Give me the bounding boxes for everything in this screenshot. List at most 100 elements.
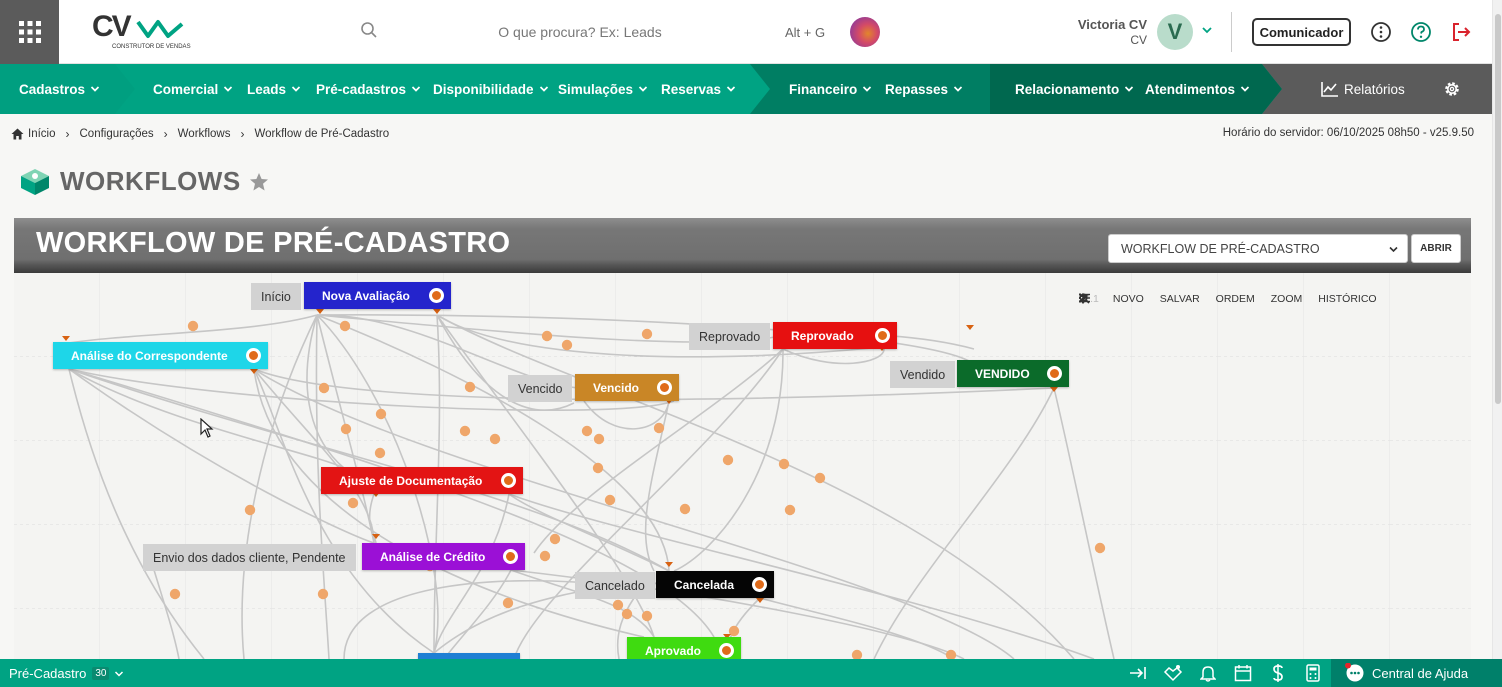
nav-reservas[interactable]: Reservas	[661, 64, 736, 114]
chevron-down-icon[interactable]	[1201, 24, 1213, 36]
module-selector[interactable]: Pré-Cadastro 30	[9, 666, 124, 681]
canvas-toolbar: v2.1 NOVO SALVAR ORDEM ZOOM HISTÓRICO	[1079, 293, 1393, 305]
star-icon[interactable]	[249, 172, 269, 192]
calendar-icon[interactable]	[1233, 663, 1253, 683]
chat-icon	[1345, 663, 1364, 682]
page-header: WORKFLOWS	[18, 166, 269, 197]
dollar-icon[interactable]	[1268, 663, 1288, 683]
node-connector[interactable]	[503, 549, 518, 564]
node-connector[interactable]	[501, 473, 516, 488]
avatar[interactable]: V	[1157, 14, 1193, 50]
nav-comercial[interactable]: Comercial	[153, 64, 233, 114]
breadcrumb-inicio[interactable]: Início	[28, 128, 56, 140]
chevron-down-icon	[1125, 86, 1134, 92]
module-count: 30	[92, 667, 110, 680]
node-reprovado[interactable]: Reprovado	[773, 322, 897, 349]
home-icon[interactable]	[11, 128, 24, 140]
node-tag-cancelado: Cancelado	[575, 572, 655, 599]
quick-actions	[1128, 663, 1338, 683]
vertical-scrollbar[interactable]	[1492, 0, 1502, 659]
chevron-right-icon: ›	[240, 127, 245, 141]
arrow-right-icon[interactable]	[1128, 663, 1148, 683]
calculator-icon[interactable]	[1303, 663, 1323, 683]
company-badge[interactable]	[850, 17, 880, 47]
nav-relatorios[interactable]: Relatórios	[1321, 64, 1405, 114]
bell-icon[interactable]	[1198, 663, 1218, 683]
node-connector[interactable]	[429, 288, 444, 303]
node-tag-vencido: Vencido	[508, 375, 573, 402]
workflow-canvas[interactable]: v2.1 NOVO SALVAR ORDEM ZOOM HISTÓRICO In…	[14, 273, 1471, 659]
workflow-select[interactable]: WORKFLOW DE PRÉ-CADASTRO	[1108, 234, 1408, 263]
header-divider	[1231, 12, 1232, 52]
chevron-down-icon	[411, 86, 421, 92]
node-connector[interactable]	[752, 577, 767, 592]
nav-atendimentos[interactable]: Atendimentos	[1145, 64, 1250, 114]
apps-menu-button[interactable]	[0, 0, 59, 64]
info-icon[interactable]	[1370, 21, 1392, 43]
tool-historico[interactable]: HISTÓRICO	[1079, 293, 1377, 305]
grid-icon	[18, 21, 41, 43]
tool-zoom[interactable]: ZOOM	[1079, 293, 1302, 305]
workflow-title: WORKFLOW DE PRÉ-CADASTRO	[36, 227, 511, 259]
chevron-down-icon	[638, 86, 648, 92]
chevron-right-icon: ›	[65, 127, 70, 141]
tool-salvar[interactable]: SALVAR	[1160, 293, 1200, 305]
node-ajuste-documentacao[interactable]: Ajuste de Documentação	[321, 467, 523, 494]
logout-icon[interactable]	[1450, 21, 1472, 43]
gear-icon[interactable]	[1443, 80, 1461, 98]
chart-icon	[1321, 82, 1338, 97]
node-connector[interactable]	[719, 643, 734, 658]
scrollbar-thumb[interactable]	[1495, 14, 1501, 404]
logo-text: CV	[92, 10, 132, 43]
node-cancelada[interactable]: Cancelada	[656, 571, 774, 598]
chevron-down-icon	[726, 86, 736, 92]
breadcrumb-workflows[interactable]: Workflows	[178, 128, 231, 140]
communicator-button[interactable]: Comunicador	[1252, 18, 1351, 46]
cv-logo[interactable]: CV CONSTRUTOR DE VENDAS	[92, 10, 191, 50]
help-center-button[interactable]: Central de Ajuda	[1331, 659, 1502, 687]
workflow-icon	[21, 168, 49, 195]
chevron-down-icon	[1389, 246, 1398, 253]
node-vendido[interactable]: VENDIDO	[957, 360, 1069, 387]
tool-novo[interactable]: NOVO	[1080, 293, 1144, 305]
node-connector[interactable]	[1047, 366, 1062, 381]
help-center-label: Central de Ajuda	[1372, 665, 1469, 681]
breadcrumb-current: Workflow de Pré-Cadastro	[254, 128, 390, 140]
chevron-down-icon	[115, 670, 124, 677]
nav-simulacoes[interactable]: Simulações	[558, 64, 648, 114]
top-header: CV CONSTRUTOR DE VENDAS Alt + G Victoria…	[0, 0, 1502, 64]
nav-repasses[interactable]: Repasses	[885, 64, 963, 114]
nav-pre-cadastros[interactable]: Pré-cadastros	[316, 64, 421, 114]
breadcrumb-configuracoes[interactable]: Configurações	[80, 128, 154, 140]
user-name[interactable]: Victoria CV	[1078, 17, 1147, 32]
search-icon[interactable]	[360, 21, 378, 39]
node-vencido[interactable]: Vencido	[575, 374, 679, 401]
chevron-down-icon	[90, 86, 100, 92]
list-icon	[1079, 293, 1090, 303]
search-input[interactable]	[380, 20, 780, 44]
nav-relacionamento[interactable]: Relacionamento	[1015, 64, 1134, 114]
open-workflow-button[interactable]: ABRIR	[1411, 234, 1461, 263]
node-nova-avaliacao[interactable]: Nova Avaliação	[304, 282, 451, 309]
search-shortcut: Alt + G	[785, 25, 826, 40]
nav-disponibilidade[interactable]: Disponibilidade	[433, 64, 549, 114]
chevron-down-icon	[539, 86, 548, 92]
node-analise-credito[interactable]: Análise de Crédito	[362, 543, 525, 570]
node-connector[interactable]	[875, 328, 890, 343]
mouse-cursor-icon	[200, 418, 214, 438]
handshake-icon[interactable]	[1163, 663, 1183, 683]
chevron-down-icon	[291, 86, 301, 92]
node-analise-correspondente[interactable]: Análise do Correspondente	[53, 342, 268, 369]
node-aprovado[interactable]: Aprovado	[627, 637, 741, 659]
page-title: WORKFLOWS	[60, 166, 241, 196]
module-name: Pré-Cadastro	[9, 666, 87, 681]
node-connector[interactable]	[657, 380, 672, 395]
tool-ordem[interactable]: ORDEM	[1079, 293, 1255, 305]
help-icon[interactable]	[1410, 21, 1432, 43]
nav-leads[interactable]: Leads	[247, 64, 301, 114]
node-connector[interactable]	[246, 348, 261, 363]
nav-financeiro[interactable]: Financeiro	[789, 64, 872, 114]
workflow-banner: WORKFLOW DE PRÉ-CADASTRO WORKFLOW DE PRÉ…	[14, 218, 1471, 273]
nav-cadastros[interactable]: Cadastros	[19, 64, 100, 114]
user-company: CV	[1130, 33, 1147, 47]
